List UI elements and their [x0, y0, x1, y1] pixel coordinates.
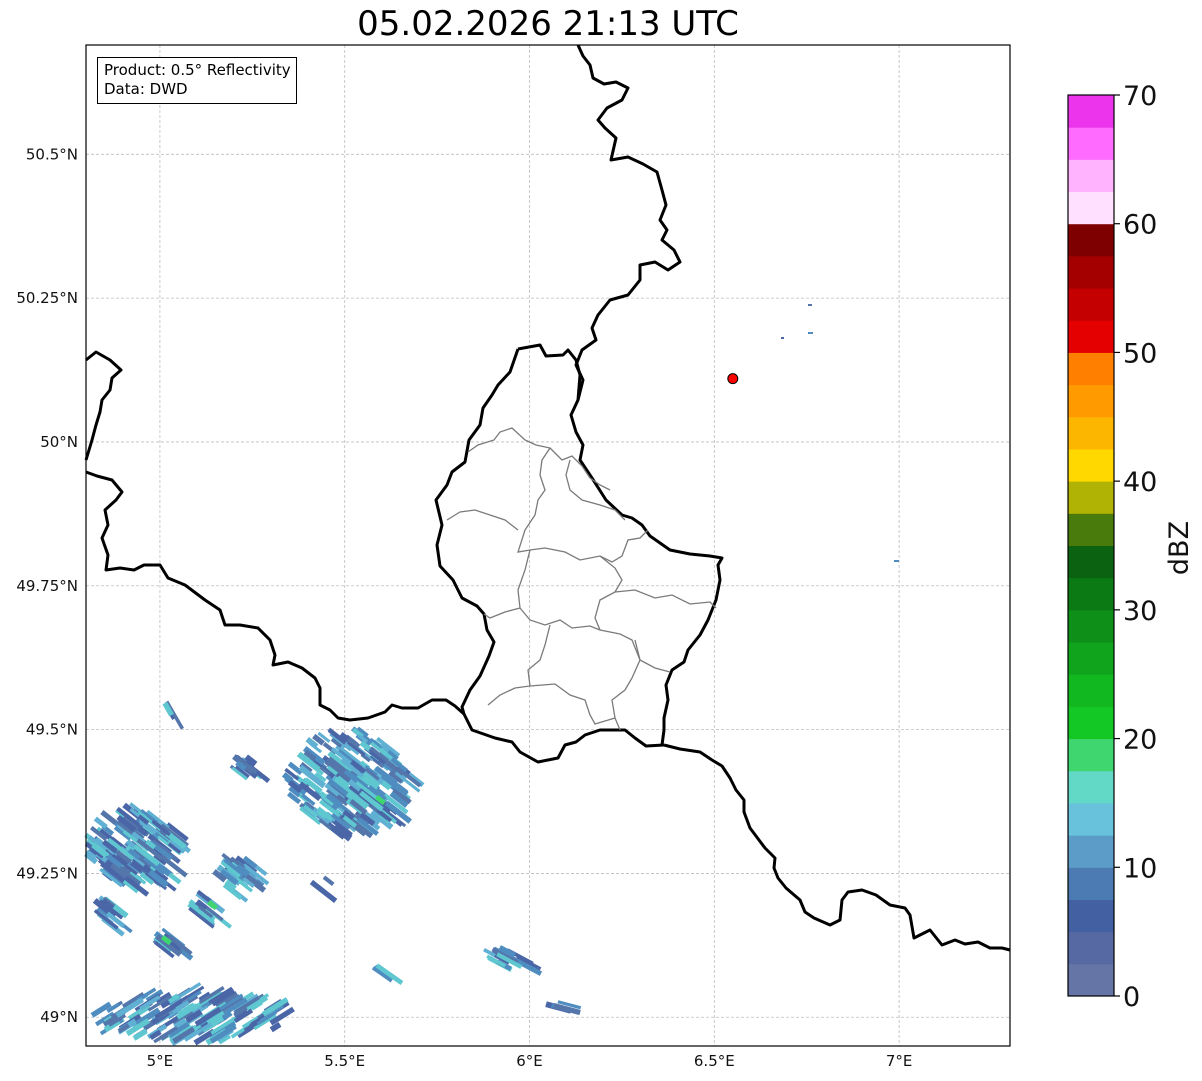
colorbar-segment [1068, 931, 1114, 965]
radar-map-figure: 5°E 5.5°E 6°E 6.5°E 7°E 49°N 49.25°N 49.5°N 49.… [16, 44, 1195, 1070]
colorbar-segment [1068, 609, 1114, 643]
echo-streak [781, 337, 784, 339]
colorbar-segment [1068, 481, 1114, 514]
lon-tick-label: 6.5°E [694, 1052, 735, 1070]
colorbar-segment [1068, 642, 1114, 675]
colorbar-segments [1068, 95, 1114, 997]
colorbar: 0 10 20 30 40 50 60 70 dBZ [1067, 81, 1195, 1013]
colorbar-segment [1068, 963, 1114, 997]
lat-tick-label: 50.25°N [16, 289, 78, 307]
colorbar-segment [1068, 288, 1114, 321]
lat-tick-label: 50°N [40, 433, 78, 451]
echo-streak [894, 560, 899, 562]
colorbar-segment [1068, 867, 1114, 900]
product-label: Product: 0.5° Reflectivity [104, 61, 291, 79]
colorbar-segment [1068, 738, 1114, 772]
colorbar-segment [1068, 384, 1114, 418]
colorbar-segment [1068, 255, 1114, 289]
colorbar-tick-label: 40 [1123, 467, 1157, 498]
colorbar-segment [1068, 513, 1114, 546]
colorbar-tick-label: 70 [1123, 81, 1157, 112]
latitude-tick-labels: 49°N 49.25°N 49.5°N 49.75°N 50°N 50.25°N 50.5°… [16, 145, 78, 1026]
colorbar-tick-label: 30 [1123, 596, 1157, 627]
echo-streak [808, 304, 812, 306]
colorbar-tick-label: 20 [1123, 725, 1157, 756]
colorbar-segment [1068, 545, 1114, 579]
colorbar-segment [1068, 320, 1114, 353]
colorbar-segment [1068, 802, 1114, 836]
product-info-box: Product: 0.5° Reflectivity Data: DWD [97, 57, 297, 104]
colorbar-segment [1068, 770, 1114, 804]
lon-tick-label: 5.5°E [324, 1052, 365, 1070]
colorbar-segment [1068, 223, 1114, 257]
colorbar-tick-label: 50 [1123, 338, 1157, 369]
lon-tick-label: 5°E [147, 1052, 174, 1070]
colorbar-tick-label: 60 [1123, 210, 1157, 241]
colorbar-segment [1068, 159, 1114, 193]
colorbar-unit-label: dBZ [1164, 521, 1195, 575]
lat-tick-label: 50.5°N [26, 145, 78, 163]
colorbar-tick-label: 10 [1123, 853, 1157, 884]
colorbar-segment [1068, 416, 1114, 450]
lat-tick-label: 49.5°N [26, 721, 78, 739]
colorbar-tick-labels: 0 10 20 30 40 50 60 70 [1114, 81, 1157, 1013]
radar-station-marker [727, 373, 739, 385]
colorbar-segment [1068, 899, 1114, 933]
lon-tick-label: 6°E [516, 1052, 543, 1070]
colorbar-segment [1068, 674, 1114, 707]
colorbar-segment [1068, 95, 1114, 128]
colorbar-segment [1068, 352, 1114, 386]
colorbar-segment [1068, 835, 1114, 868]
colorbar-segment [1068, 706, 1114, 740]
lon-tick-label: 7°E [886, 1052, 913, 1070]
colorbar-segment [1068, 448, 1114, 482]
lat-tick-label: 49°N [40, 1008, 78, 1026]
longitude-tick-labels: 5°E 5.5°E 6°E 6.5°E 7°E [147, 1052, 913, 1070]
colorbar-segment [1068, 577, 1114, 611]
data-source-label: Data: DWD [104, 80, 188, 98]
echo-streak [808, 332, 813, 334]
lat-tick-label: 49.75°N [16, 577, 78, 595]
colorbar-segment [1068, 191, 1114, 225]
colorbar-tick-label: 0 [1123, 982, 1140, 1013]
colorbar-segment [1068, 127, 1114, 160]
lat-tick-label: 49.25°N [16, 864, 78, 882]
map-background [86, 45, 1010, 1046]
